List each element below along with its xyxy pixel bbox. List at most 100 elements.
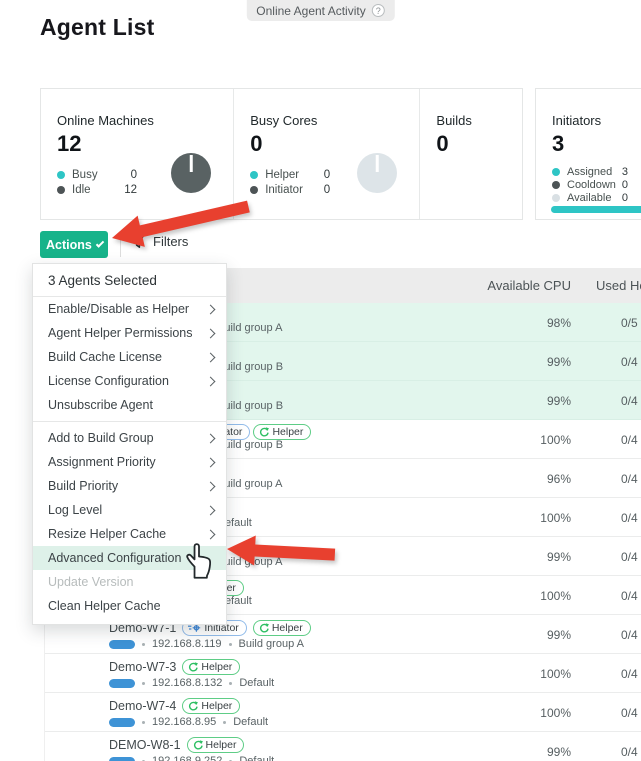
help-icon[interactable]: ? [372, 4, 385, 17]
available-cpu-value: 99% [547, 628, 571, 642]
os-badge [109, 679, 135, 688]
menu-item-build-cache-license[interactable]: Build Cache License [33, 345, 226, 369]
legend-name: Assigned [567, 166, 612, 178]
stat-busy-cores: Busy Cores0Helper0Initiator0 [233, 89, 419, 219]
legend-value: 0 [622, 179, 628, 191]
os-badge [109, 640, 135, 649]
used-helpers-value: 0/4 [621, 667, 638, 681]
legend-value: 0 [324, 169, 330, 181]
menu-item-add-to-build-group[interactable]: Add to Build Group [33, 426, 226, 450]
menu-item-label: Agent Helper Permissions [48, 326, 207, 340]
menu-item-clean-helper-cache[interactable]: Clean Helper Cache [33, 594, 226, 618]
helper-badge: Helper [253, 620, 311, 636]
available-cpu-value: 100% [540, 667, 571, 681]
legend-dot-icon [552, 168, 560, 176]
helper-badge: Helper [253, 424, 311, 440]
legend-row: Available 0 [552, 191, 628, 204]
column-used-helpers[interactable]: Used Helpers [596, 278, 641, 293]
menu-item-agent-helper-permissions[interactable]: Agent Helper Permissions [33, 321, 226, 345]
legend-value: 12 [124, 184, 137, 196]
separator-dot-icon [142, 721, 145, 724]
chevron-right-icon [206, 505, 216, 515]
os-badge [109, 757, 135, 761]
menu-item-resize-helper-cache[interactable]: Resize Helper Cache [33, 522, 226, 546]
online-agent-activity-tab: Online Agent Activity ? [246, 0, 394, 21]
activity-stats: Online Machines12Busy0Idle12Busy Cores0H… [41, 89, 522, 219]
actions-button-label: Actions [46, 238, 92, 252]
separator-dot-icon [229, 643, 232, 646]
agent-meta-line: 192.168.8.95Default [109, 716, 268, 728]
actions-dropdown-menu: 3 Agents Selected Enable/Disable as Help… [32, 263, 227, 625]
helper-badge-label: Helper [206, 739, 237, 751]
separator-dot-icon [229, 682, 232, 685]
available-cpu-value: 100% [540, 511, 571, 525]
donut-chart [171, 153, 211, 193]
menu-item-log-level[interactable]: Log Level [33, 498, 226, 522]
agent-group: Default [239, 677, 274, 689]
agent-name: Demo-W7-4 [109, 699, 176, 713]
chevron-right-icon [206, 481, 216, 491]
refresh-icon [259, 427, 269, 437]
menu-item-label: Clean Helper Cache [48, 599, 214, 613]
table-row[interactable]: Demo-W7-3 Helper 192.168.8.132 Default 100% 0… [45, 654, 641, 693]
table-row[interactable]: Demo-W7-4Helper192.168.8.95Default100%0/… [45, 693, 641, 732]
refresh-icon [188, 701, 198, 711]
available-cpu-value: 99% [547, 355, 571, 369]
menu-item-unsubscribe-agent[interactable]: Unsubscribe Agent [33, 393, 226, 417]
agent-name: Demo-W7-3 [109, 660, 176, 674]
menu-header: 3 Agents Selected [33, 264, 226, 297]
page-title: Agent List [40, 14, 154, 41]
filter-icon [131, 234, 145, 249]
stat-legend: Busy0Idle12 [57, 167, 137, 197]
stat-label: Online Machines [57, 113, 233, 128]
available-cpu-value: 99% [547, 394, 571, 408]
menu-item-label: Update Version [48, 575, 214, 589]
agent-name-line: Demo-W7-4 Helper [109, 698, 240, 714]
legend-value: 0 [622, 192, 628, 204]
menu-item-label: Enable/Disable as Helper [48, 302, 207, 316]
helper-badge-label: Helper [201, 700, 232, 712]
helper-badge: Helper [182, 659, 240, 675]
stat-builds: Builds0 [419, 89, 522, 219]
legend-value: 3 [622, 166, 628, 178]
stat-value: 0 [436, 131, 522, 157]
legend-row: Idle12 [57, 182, 137, 197]
separator-dot-icon [142, 682, 145, 685]
menu-item-enable-disable-as-helper[interactable]: Enable/Disable as Helper [33, 297, 226, 321]
agent-ip: 192.168.8.132 [152, 677, 222, 689]
menu-item-advanced-configuration[interactable]: Advanced Configuration [33, 546, 226, 570]
menu-item-update-version[interactable]: Update Version [33, 570, 226, 594]
menu-item-build-priority[interactable]: Build Priority [33, 474, 226, 498]
column-available-cpu[interactable]: Available CPU [487, 278, 571, 293]
initiators-label: Initiators [552, 113, 641, 128]
agent-name-line: Demo-W7-3 Helper [109, 659, 240, 675]
menu-item-assignment-priority[interactable]: Assignment Priority [33, 450, 226, 474]
legend-name: Helper [265, 169, 299, 181]
menu-item-label: Resize Helper Cache [48, 527, 207, 541]
stat-legend: Helper 0 Initiator 0 [250, 167, 330, 197]
initiators-legend: Assigned 3Cooldown0Available 0 [552, 165, 628, 204]
menu-item-label: Build Priority [48, 479, 207, 493]
used-helpers-value: 0/4 [621, 433, 638, 447]
actions-button[interactable]: Actions [40, 231, 108, 258]
legend-row: Helper 0 [250, 167, 330, 182]
separator-dot-icon [223, 721, 226, 724]
legend-row: Cooldown0 [552, 178, 628, 191]
legend-name: Available [567, 192, 611, 204]
menu-item-license-configuration[interactable]: License Configuration [33, 369, 226, 393]
filters-button[interactable]: Filters [131, 234, 188, 249]
legend-dot-icon [57, 171, 65, 179]
legend-dot-icon [552, 194, 560, 202]
chevron-right-icon [206, 304, 216, 314]
activity-tab-label: Online Agent Activity [256, 4, 365, 18]
legend-dot-icon [250, 186, 258, 194]
initiators-card: Initiators 3 Assigned 3Cooldown0Available… [535, 88, 641, 220]
available-cpu-value: 99% [547, 550, 571, 564]
legend-name: Initiator [265, 184, 303, 196]
chevron-right-icon [206, 457, 216, 467]
legend-name: Busy [72, 169, 98, 181]
legend-value: 0 [324, 184, 330, 196]
table-row[interactable]: DEMO-W8-1Helper192.168.9.252Default99%0/… [45, 732, 641, 761]
helper-badge: Helper [182, 698, 240, 714]
agent-ip: 192.168.9.252 [152, 755, 222, 761]
